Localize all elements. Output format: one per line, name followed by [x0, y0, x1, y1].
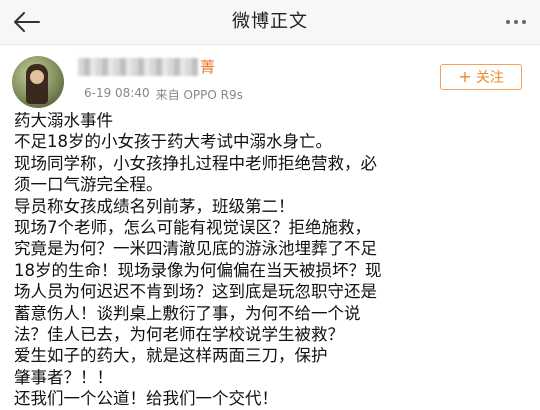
plus-icon: +: [458, 67, 472, 86]
post-line: 18岁的生命！现场录像为何偏偏在当天被损坏？现: [14, 260, 382, 280]
post-time: 6-19 08:40: [84, 86, 150, 100]
post-line: 现场7个老师，怎么可能有视觉误区？拒绝施救，: [14, 218, 371, 238]
post-line: 导员称女孩成绩名列前茅，班级第二！: [14, 196, 295, 216]
post-line: 药大溺水事件: [14, 111, 113, 130]
follow-button[interactable]: + 关注: [440, 64, 522, 90]
username[interactable]: 菁: [78, 56, 215, 78]
post-line: 须一口气游完全程。: [14, 175, 163, 195]
post-line: 爱生如子的药大，就是这样两面三刀，保护: [14, 346, 328, 366]
post-line: 还我们一个公道！给我们一个交代！: [14, 389, 278, 409]
post-line: 蓄意伤人！谈判桌上敷衍了事，为何不给一个说: [14, 303, 361, 323]
more-dots-icon: [506, 20, 510, 24]
author-row: 菁 6-19 08:40 来自 OPPO R9s + 关注: [0, 50, 540, 114]
post-line: 现场同学称，小女孩挣扎过程中老师拒绝营救，必: [14, 153, 377, 173]
avatar[interactable]: [12, 56, 64, 108]
post-source: 来自 OPPO R9s: [155, 88, 243, 102]
follow-label: 关注: [475, 70, 504, 86]
more-button[interactable]: [498, 8, 534, 36]
post-line: 肇事者？！！: [14, 367, 113, 387]
top-bar: 微博正文: [0, 0, 540, 45]
post-meta: 6-19 08:40 来自 OPPO R9s: [84, 86, 243, 103]
post-content: 药大溺水事件 不足18岁的小女孩于药大考试中溺水身亡。 现场同学称，小女孩挣扎过…: [14, 110, 530, 410]
post-line: 场人员为何迟迟不肯到场？这到底是玩忽职守还是: [14, 282, 377, 302]
username-redacted: [78, 58, 198, 76]
page-title: 微博正文: [232, 11, 308, 32]
post-line: 法？佳人已去，为何老师在学校说学生被救？: [14, 325, 344, 345]
username-suffix: 菁: [200, 58, 216, 76]
post-line: 究竟是为何？一米四清澈见底的游泳池埋葬了不足: [14, 239, 377, 259]
post-line: 不足18岁的小女孩于药大考试中溺水身亡。: [14, 132, 332, 152]
